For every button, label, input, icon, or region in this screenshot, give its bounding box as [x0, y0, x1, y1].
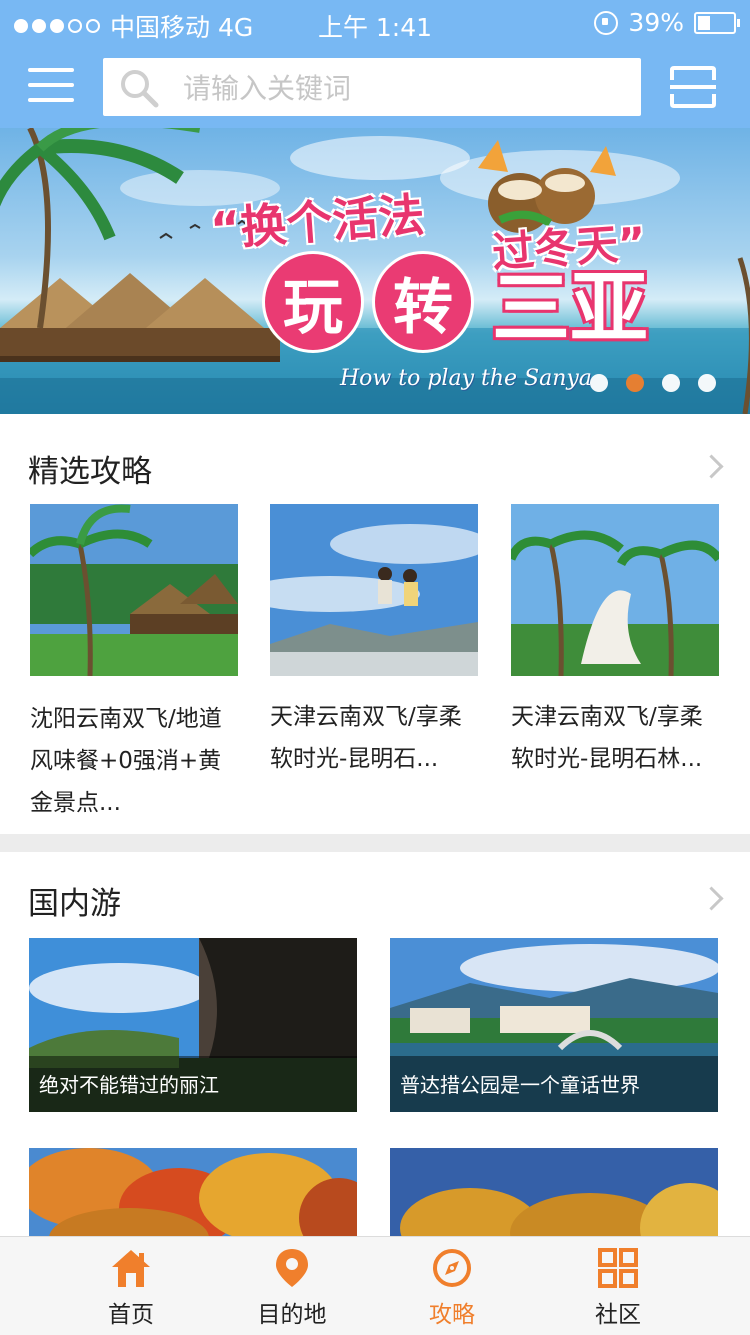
guide-card[interactable]: 沈阳云南双飞/地道风味餐+0强消+黄金景点...: [26, 504, 240, 824]
destination-card[interactable]: 绝对不能错过的丽江: [29, 938, 357, 1112]
guide-title: 天津云南双飞/享柔软时光-昆明石...: [270, 704, 462, 772]
app-header: [0, 46, 750, 128]
battery-percent: 39%: [628, 8, 684, 37]
tab-label: 社区: [595, 1302, 641, 1328]
battery-icon: [694, 11, 740, 34]
pagination-dot[interactable]: [590, 374, 608, 392]
status-bar: 中国移动 4G 上午 1:41 39%: [0, 0, 750, 46]
pagination-dot-active[interactable]: [626, 374, 644, 392]
pagination-dot[interactable]: [662, 374, 680, 392]
guide-card[interactable]: 天津云南双飞/享柔软时光-昆明石...: [240, 504, 490, 780]
compass-icon: [433, 1249, 471, 1287]
banner-play-title: 玩 转 三亚: [262, 246, 648, 358]
guide-thumbnail: [26, 504, 238, 677]
search-input[interactable]: [181, 58, 625, 118]
destination-card[interactable]: 普达措公园是一个童话世界: [390, 938, 718, 1112]
home-icon: [112, 1250, 150, 1287]
promo-banner[interactable]: “换个活法 过冬天” 玩 转 三亚 How to play the Sanya: [0, 128, 750, 414]
tab-label: 首页: [108, 1302, 154, 1328]
tab-label: 攻略: [429, 1302, 475, 1328]
guide-title: 沈阳云南双飞/地道风味餐+0强消+黄金景点...: [30, 706, 222, 816]
bottom-tab-bar: 首页 目的地 攻略 社区: [0, 1236, 750, 1335]
chevron-right-icon[interactable]: [699, 886, 724, 911]
destination-caption: 普达措公园是一个童话世界: [400, 1073, 640, 1097]
banner-tagline: How to play the Sanya: [340, 366, 592, 391]
domestic-travel-section: 国内游 绝对不能错过的丽江 普达措公园是一个童话世界: [0, 852, 750, 1252]
battery-area: 39%: [594, 8, 740, 37]
banner-char-2: 转: [372, 251, 474, 353]
menu-button[interactable]: [28, 66, 74, 106]
section-title: 国内游: [28, 886, 121, 922]
destination-caption: 绝对不能错过的丽江: [39, 1073, 219, 1097]
tab-home[interactable]: 首页: [37, 1237, 225, 1335]
guide-title: 天津云南双飞/享柔软时光-昆明石林...: [511, 704, 703, 772]
grid-icon: [598, 1248, 638, 1288]
chevron-right-icon[interactable]: [699, 454, 724, 479]
rotation-lock-icon: [594, 10, 619, 35]
banner-pagination[interactable]: [590, 374, 716, 392]
location-pin-icon: [276, 1249, 308, 1287]
featured-guides-section: 精选攻略 沈阳云南双飞/地道风味餐+0强消+黄金景点... 天津云南双飞/享柔软…: [0, 414, 750, 834]
banner-char-1: 玩: [262, 251, 364, 353]
banner-sanya: 三亚: [492, 264, 649, 354]
tab-guides[interactable]: 攻略: [358, 1237, 546, 1335]
section-title: 精选攻略: [28, 454, 152, 490]
guide-thumbnail: [506, 504, 723, 677]
guide-card[interactable]: 天津云南双飞/享柔软时光-昆明石林...: [506, 504, 723, 780]
tab-community[interactable]: 社区: [524, 1237, 712, 1335]
guide-thumbnail: [240, 504, 490, 676]
search-icon: [121, 70, 159, 108]
search-bar[interactable]: [103, 58, 641, 118]
scan-button[interactable]: [670, 66, 716, 108]
pagination-dot[interactable]: [698, 374, 716, 392]
